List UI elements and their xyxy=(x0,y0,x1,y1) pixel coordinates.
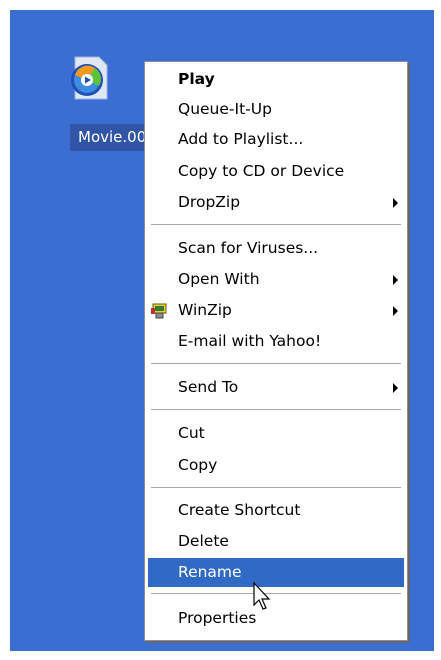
menu-item-copy[interactable]: Copy xyxy=(148,451,404,480)
menu-separator xyxy=(151,593,401,595)
menu-item-winzip[interactable]: WinZip xyxy=(148,296,404,325)
menu-separator xyxy=(151,363,401,365)
menu-separator xyxy=(151,487,401,489)
menu-separator xyxy=(151,409,401,411)
menu-item-scan-for-viruses[interactable]: Scan for Viruses... xyxy=(148,234,404,263)
submenu-arrow-icon xyxy=(393,383,398,393)
menu-separator xyxy=(151,224,401,226)
submenu-arrow-icon xyxy=(393,275,398,285)
menu-item-queue-it-up[interactable]: Queue-It-Up xyxy=(148,95,404,124)
menu-item-delete[interactable]: Delete xyxy=(148,527,404,556)
mouse-pointer-icon xyxy=(253,581,271,610)
menu-item-send-to[interactable]: Send To xyxy=(148,373,404,402)
menu-item-properties[interactable]: Properties xyxy=(148,604,404,633)
menu-item-cut[interactable]: Cut xyxy=(148,419,404,448)
menu-item-email-with-yahoo[interactable]: E-mail with Yahoo! xyxy=(148,327,404,356)
menu-item-open-with[interactable]: Open With xyxy=(148,265,404,294)
menu-item-play[interactable]: Play xyxy=(148,65,404,94)
submenu-arrow-icon xyxy=(393,198,398,208)
media-player-file-icon[interactable] xyxy=(65,53,113,103)
winzip-icon xyxy=(151,303,167,319)
file-name-label[interactable]: Movie.00 xyxy=(70,124,155,151)
menu-item-create-shortcut[interactable]: Create Shortcut xyxy=(148,496,404,525)
menu-item-copy-to-cd[interactable]: Copy to CD or Device xyxy=(148,157,404,186)
submenu-arrow-icon xyxy=(393,306,398,316)
context-menu: Play Queue-It-Up Add to Playlist... Copy… xyxy=(144,61,408,641)
menu-item-rename[interactable]: Rename xyxy=(148,558,404,587)
menu-item-add-to-playlist[interactable]: Add to Playlist... xyxy=(148,125,404,154)
menu-item-dropzip[interactable]: DropZip xyxy=(148,188,404,217)
